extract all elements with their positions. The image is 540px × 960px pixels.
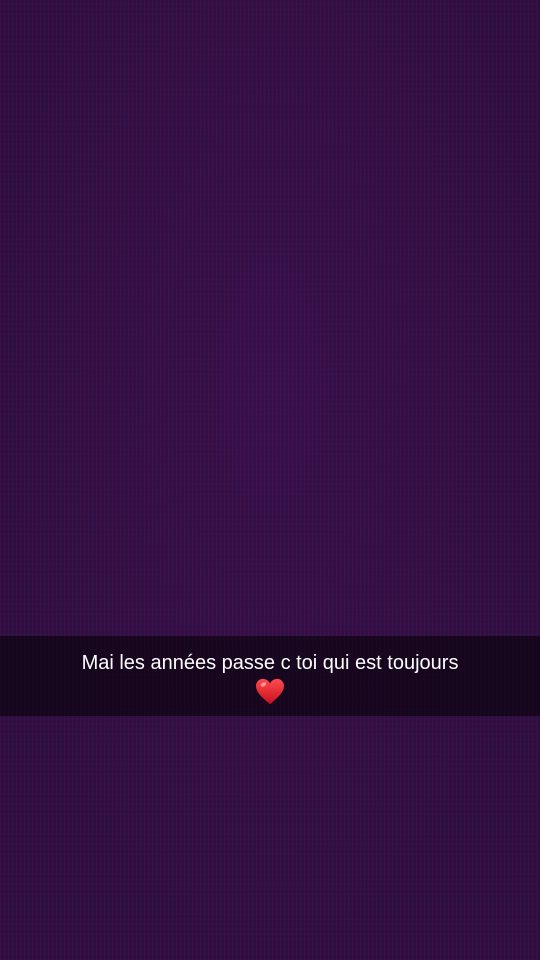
caption-text: Mai les années passe c toi qui est toujo… — [81, 652, 459, 674]
red-heart-icon — [255, 678, 285, 706]
snap-caption-bar: Mai les années passe c toi qui est toujo… — [0, 636, 540, 716]
snap-background — [0, 0, 540, 960]
